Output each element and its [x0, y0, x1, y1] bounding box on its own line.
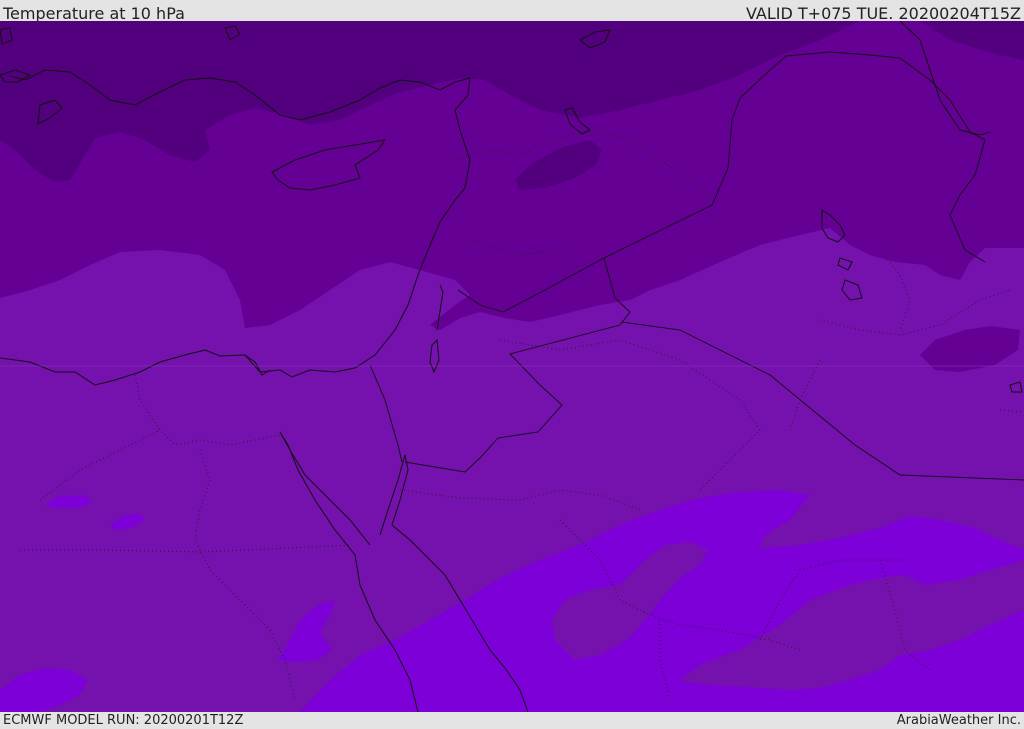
credit-label: ArabiaWeather Inc. — [896, 713, 1021, 728]
weather-map[interactable] — [0, 21, 1024, 712]
map-canvas — [0, 21, 1024, 712]
model-run: ECMWF MODEL RUN: 20200201T12Z — [3, 713, 244, 728]
footer-bar: ECMWF MODEL RUN: 20200201T12Z ArabiaWeat… — [0, 712, 1024, 729]
header-bar: Temperature at 10 hPa VALID T+075 TUE. 2… — [0, 0, 1024, 23]
